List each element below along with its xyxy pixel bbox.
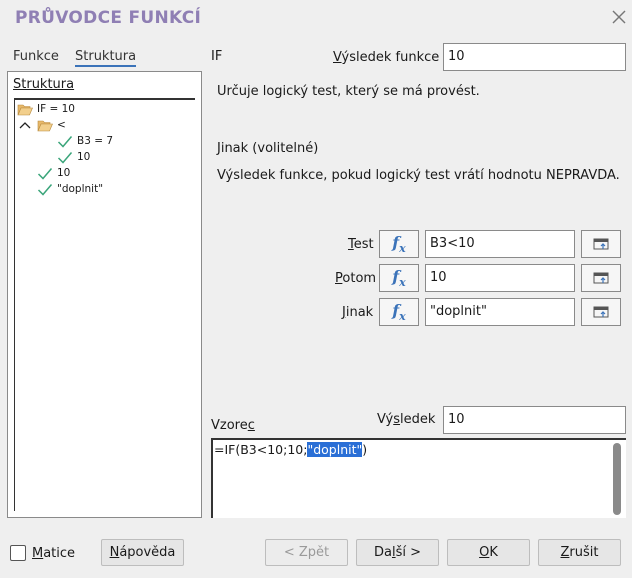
cancel-label: rušit <box>569 545 599 560</box>
tree-item[interactable]: B3 = 7 <box>57 133 113 149</box>
function-wizard-button[interactable]: fx <box>379 264 419 292</box>
tree-item[interactable]: "doplnit" <box>37 181 103 197</box>
formula-result-label-b: ledek <box>400 412 436 427</box>
tree-item-label: B3 = 7 <box>77 135 114 147</box>
tree-item-label: < <box>57 119 66 131</box>
close-button[interactable] <box>608 6 630 28</box>
argument-label-potom: Potom <box>335 271 377 286</box>
help-label: ápověda <box>119 545 176 560</box>
formula-label: Vzorec <box>211 418 255 433</box>
chevron-up-icon[interactable] <box>18 119 32 131</box>
fx-icon: fx <box>392 300 406 324</box>
dialog-title: PRŮVODCE FUNKCÍ <box>15 8 202 28</box>
folder-open-icon <box>37 120 53 131</box>
tree-item[interactable]: < <box>18 117 66 133</box>
argument-label-jinak: Jinak <box>342 305 374 320</box>
fx-icon: fx <box>392 232 406 256</box>
argument-label-test: Test <box>348 237 374 252</box>
function-result-label: Výsledek funkce <box>333 50 440 65</box>
close-icon <box>612 10 626 24</box>
tree-item-label: 10 <box>57 167 71 179</box>
ok-label: K <box>489 545 498 560</box>
tree-item[interactable]: IF = 10 <box>17 101 75 117</box>
shrink-button[interactable] <box>581 230 621 258</box>
matrix-checkbox[interactable] <box>10 545 26 561</box>
formula-result-label-mnemonic: s <box>393 412 401 427</box>
formula-label-text: Vzore <box>211 418 248 433</box>
function-name: IF <box>211 49 223 64</box>
shrink-dialog-icon <box>593 306 609 318</box>
formula-text-end: ) <box>362 442 368 457</box>
tree-item[interactable]: 10 <box>37 165 70 181</box>
shrink-dialog-icon <box>593 238 609 250</box>
next-button[interactable]: Da l ší > <box>356 539 439 566</box>
tab-struktura[interactable]: Struktura <box>75 49 137 67</box>
help-button[interactable]: Nápověda <box>101 539 184 566</box>
help-mnemonic: N <box>109 545 120 560</box>
tree-item-label: IF = 10 <box>37 103 75 115</box>
argument-title: Jinak (volitelné) <box>217 141 319 156</box>
argument-input-test[interactable]: B3<10 <box>425 230 575 258</box>
formula-result-label-a: Vý <box>377 412 394 427</box>
cancel-mnemonic: Z <box>560 545 570 560</box>
argument-description: Výsledek funkce, pokud logický test vrát… <box>217 168 620 183</box>
ok-mnemonic: O <box>479 545 490 560</box>
shrink-dialog-icon <box>593 272 609 284</box>
argument-label-jinak-text: inak <box>345 305 374 320</box>
function-wizard-button[interactable]: fx <box>379 230 419 258</box>
function-result-field: 10 <box>443 43 626 71</box>
argument-label-test-text: est <box>353 237 374 252</box>
checkmark-icon <box>57 151 73 164</box>
tab-funkce[interactable]: Funkce <box>13 49 59 64</box>
next-label-b: ší > <box>395 545 422 560</box>
checkmark-icon <box>37 183 53 196</box>
next-label-a: Da <box>373 545 392 560</box>
formula-result-field: 10 <box>443 406 626 434</box>
shrink-button[interactable] <box>581 298 621 326</box>
argument-label-potom-text: otom <box>342 271 377 286</box>
formula-scrollbar[interactable] <box>613 443 621 515</box>
matrix-label-text: atice <box>43 546 76 561</box>
back-button[interactable]: < Zpět <box>265 539 348 566</box>
matrix-label-mnemonic: M <box>32 546 44 561</box>
structure-title: Struktura <box>13 77 74 92</box>
function-result-label-text: ýsledek funkce <box>341 50 440 65</box>
checkmark-icon <box>37 167 53 180</box>
function-description: Určuje logický test, který se má provést… <box>217 84 480 99</box>
formula-label-mnemonic: c <box>247 418 255 433</box>
cancel-button[interactable]: Zrušit <box>538 539 621 566</box>
argument-input-jinak[interactable]: "doplnit" <box>425 298 575 326</box>
formula-editor[interactable]: =IF(B3<10;10;"doplnit") <box>211 438 626 518</box>
formula-text: =IF(B3<10;10; <box>214 442 308 457</box>
formula-result-label: Výsledek <box>377 412 435 427</box>
structure-tree[interactable]: IF = 10 < B3 = 7 10 10 "doplnit" <box>14 98 195 511</box>
tree-item[interactable]: 10 <box>57 149 90 165</box>
structure-title-text: Struktura <box>13 77 75 92</box>
tree-item-label: "doplnit" <box>57 183 104 195</box>
matrix-label: Matice <box>32 546 75 561</box>
tree-item-label: 10 <box>77 151 91 163</box>
folder-open-icon <box>17 104 33 115</box>
fx-icon: fx <box>392 266 406 290</box>
ok-button[interactable]: OK <box>447 539 530 566</box>
checkmark-icon <box>57 135 73 148</box>
function-wizard-button[interactable]: fx <box>379 298 419 326</box>
formula-selection: "doplnit" <box>306 441 364 458</box>
argument-input-potom[interactable]: 10 <box>425 264 575 292</box>
shrink-button[interactable] <box>581 264 621 292</box>
